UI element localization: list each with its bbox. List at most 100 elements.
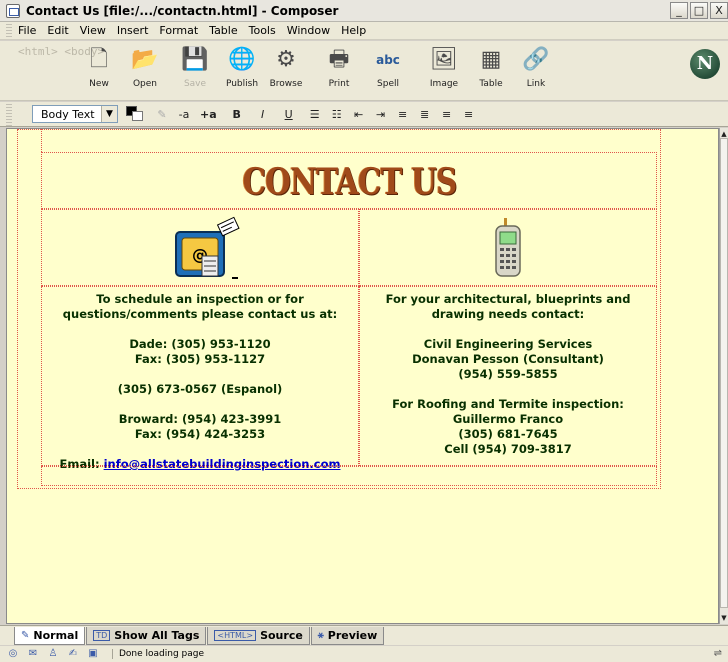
browse-icon: ⚙ xyxy=(276,47,296,72)
browse-button[interactable]: ⚙ Browse xyxy=(263,45,309,97)
chevron-down-icon[interactable]: ▼ xyxy=(101,106,117,122)
publish-icon: 🌐 xyxy=(228,47,256,72)
spell-button-label: Spell xyxy=(377,79,399,89)
spanish-phone: (305) 673-0567 (Espanol) xyxy=(117,382,283,396)
mailbox-image-cell[interactable]: @ xyxy=(41,209,359,286)
mailbox-image[interactable]: @ xyxy=(172,216,244,282)
menubar-grip[interactable] xyxy=(6,22,12,39)
underline-button[interactable]: U xyxy=(283,108,295,121)
table-column-guide xyxy=(41,129,42,152)
online-status-icon[interactable]: ⇌ xyxy=(714,648,722,659)
scrollbar-thumb[interactable] xyxy=(720,138,728,608)
spell-button[interactable]: abc Spell xyxy=(365,45,411,97)
menu-file[interactable]: File xyxy=(18,24,36,37)
bottom-row-cell[interactable] xyxy=(41,466,657,486)
roofing-contact-name: Guillermo Franco xyxy=(452,412,564,426)
increase-font-button[interactable]: +a xyxy=(200,108,217,121)
tab-show-all-tags[interactable]: TD Show All Tags xyxy=(86,627,207,645)
right-spacer xyxy=(360,382,656,397)
new-page-icon: 🗋 xyxy=(90,47,108,72)
outdent-icon[interactable]: ⇤ xyxy=(353,108,365,121)
bold-button[interactable]: B xyxy=(231,108,243,121)
table-icon: ▦ xyxy=(480,47,502,72)
print-button[interactable]: 🖶 Print xyxy=(316,45,362,97)
publish-button[interactable]: 🌐 Publish xyxy=(219,45,265,97)
align-left-icon[interactable]: ≡ xyxy=(397,108,409,121)
menu-insert[interactable]: Insert xyxy=(117,24,149,37)
tab-normal[interactable]: ✎ Normal xyxy=(14,627,86,645)
tab-normal-label: Normal xyxy=(33,629,79,642)
close-button[interactable]: X xyxy=(710,2,728,19)
numbered-list-icon[interactable]: ☷ xyxy=(331,108,343,121)
new-button[interactable]: 🗋 New xyxy=(76,45,122,97)
save-button[interactable]: 💾 Save xyxy=(172,45,218,97)
address-book-icon[interactable]: ♙ xyxy=(46,648,60,660)
save-icon: 💾 xyxy=(181,47,209,72)
italic-button[interactable]: I xyxy=(257,108,269,121)
folder-open-icon: 📂 xyxy=(131,47,159,72)
chat-icon[interactable]: ▣ xyxy=(86,648,100,660)
phone-image-cell[interactable] xyxy=(359,209,657,286)
maximize-button[interactable]: □ xyxy=(690,2,708,19)
link-button[interactable]: 🔗 Link xyxy=(513,45,559,97)
company-name: Civil Engineering Services xyxy=(423,337,593,351)
scroll-up-icon[interactable]: ▲ xyxy=(720,130,728,138)
image-icon: 🖼 xyxy=(430,47,458,72)
title-cell[interactable]: CONTACT US xyxy=(41,152,657,209)
mail-icon[interactable]: ✉ xyxy=(26,648,40,660)
highlight-icon[interactable]: ✎ xyxy=(156,108,168,121)
left-contact-cell[interactable]: To schedule an inspection or for questio… xyxy=(41,286,359,471)
composer-app-icon[interactable] xyxy=(6,3,20,18)
document-editor[interactable]: CONTACT US @ To schedule an inspection o… xyxy=(6,128,719,624)
menu-window[interactable]: Window xyxy=(287,24,330,37)
indent-icon[interactable]: ⇥ xyxy=(375,108,387,121)
browse-button-label: Browse xyxy=(269,79,303,89)
left-spacer xyxy=(42,367,358,382)
menu-format[interactable]: Format xyxy=(159,24,198,37)
minimize-button[interactable]: _ xyxy=(670,2,688,19)
align-right-icon[interactable]: ≡ xyxy=(441,108,453,121)
menu-help[interactable]: Help xyxy=(341,24,366,37)
right-contact-cell[interactable]: For your architectural, blueprints and d… xyxy=(359,286,657,466)
table-button-label: Table xyxy=(479,79,503,89)
composer-icon[interactable]: ✍ xyxy=(66,648,80,660)
open-button[interactable]: 📂 Open xyxy=(122,45,168,97)
tab-source-label: Source xyxy=(260,629,303,642)
menu-view[interactable]: View xyxy=(80,24,106,37)
right-spacer xyxy=(360,322,656,337)
image-button-label: Image xyxy=(429,79,459,89)
save-button-label: Save xyxy=(183,79,207,89)
tab-preview-label: Preview xyxy=(327,629,378,642)
cell-phone-image[interactable] xyxy=(488,218,528,280)
roofing-heading: For Roofing and Termite inspection: xyxy=(392,397,624,411)
netscape-logo[interactable]: N xyxy=(690,49,720,79)
scroll-down-icon[interactable]: ▼ xyxy=(720,614,728,622)
justify-icon[interactable]: ≡ xyxy=(463,108,475,121)
left-spacer xyxy=(42,442,358,457)
formatbar-grip[interactable] xyxy=(6,102,12,126)
text-color-picker[interactable] xyxy=(126,106,146,122)
format-toolbar: Body Text ▼ ✎ -a +a B I U ☰ ☷ ⇤ ⇥ ≡ ≣ ≡ … xyxy=(0,102,728,127)
title-bar[interactable]: Contact Us [file:/.../contactn.html] - C… xyxy=(0,0,728,22)
menu-tools[interactable]: Tools xyxy=(249,24,276,37)
contact-us-heading-text: CONTACT US xyxy=(242,160,458,203)
html-tag-icon: <HTML> xyxy=(214,630,257,641)
bullet-list-icon[interactable]: ☰ xyxy=(309,108,321,121)
navigator-icon[interactable]: ◎ xyxy=(6,648,20,660)
decrease-font-button[interactable]: -a xyxy=(178,108,190,121)
align-center-icon[interactable]: ≣ xyxy=(419,108,431,121)
window-controls: _ □ X xyxy=(670,2,728,19)
menu-table[interactable]: Table xyxy=(209,24,237,37)
broward-phone: Broward: (954) 423-3991 xyxy=(118,412,282,426)
table-button[interactable]: ▦ Table xyxy=(468,45,514,97)
tab-preview[interactable]: ⚹ Preview xyxy=(310,627,385,645)
left-line: To schedule an inspection or for xyxy=(96,292,304,306)
menu-edit[interactable]: Edit xyxy=(47,24,68,37)
left-spacer xyxy=(42,397,358,412)
paragraph-style-select[interactable]: Body Text ▼ xyxy=(32,105,118,123)
left-contact-text: To schedule an inspection or for questio… xyxy=(42,287,358,472)
tab-source[interactable]: <HTML> Source xyxy=(207,627,310,645)
vertical-scrollbar[interactable]: ▲ ▼ xyxy=(719,128,728,624)
left-line: questions/comments please contact us at: xyxy=(62,307,338,321)
image-button[interactable]: 🖼 Image xyxy=(421,45,467,97)
